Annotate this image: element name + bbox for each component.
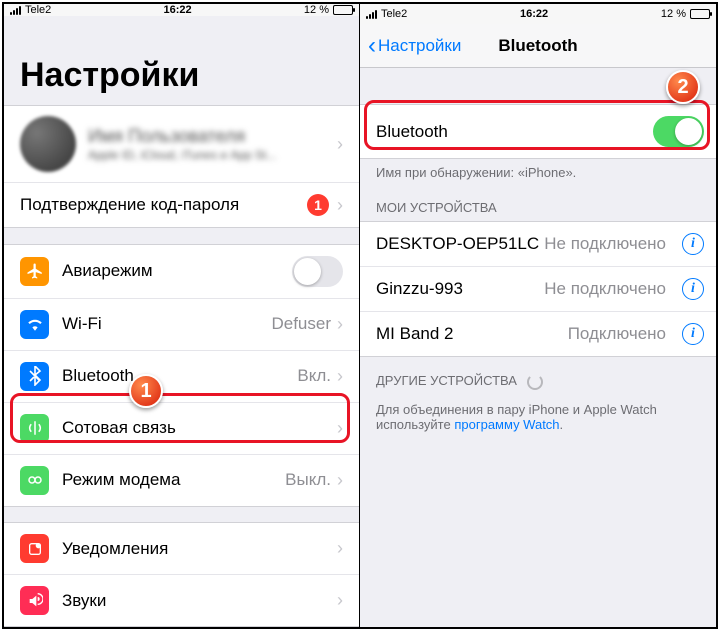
status-bar: Tele2 16:22 12 %: [4, 4, 359, 16]
chevron-right-icon: ›: [337, 134, 343, 155]
device-row[interactable]: DESKTOP-OEP51LC Не подключено i: [360, 222, 716, 266]
status-bar: Tele2 16:22 12 %: [360, 4, 716, 24]
my-devices-header: МОИ УСТРОЙСТВА: [360, 184, 716, 221]
signal-icon: [366, 10, 377, 19]
airplane-row[interactable]: Авиарежим: [4, 245, 359, 298]
discover-name-label: Имя при обнаружении: «iPhone».: [360, 159, 716, 184]
chevron-right-icon: ›: [337, 418, 343, 439]
sounds-row[interactable]: Звуки ›: [4, 574, 359, 626]
device-row[interactable]: MI Band 2 Подключено i: [360, 311, 716, 356]
hotspot-row[interactable]: Режим модема Выкл. ›: [4, 454, 359, 506]
callout-2: 2: [666, 70, 700, 104]
info-icon[interactable]: i: [682, 233, 704, 255]
bluetooth-icon: [20, 362, 49, 391]
status-time: 16:22: [520, 8, 548, 20]
airplane-toggle[interactable]: [292, 256, 343, 287]
confirm-passcode-row[interactable]: Подтверждение код-пароля 1 ›: [4, 183, 359, 227]
back-chevron-icon: ‹: [368, 34, 376, 58]
battery-icon: [690, 9, 710, 19]
carrier-label: Tele2: [381, 8, 407, 20]
phone-bluetooth: Tele2 16:22 12 % ‹ Настройки Bluetooth B…: [360, 4, 716, 627]
pair-watch-text: Для объединения в пару iPhone и Apple Wa…: [360, 396, 716, 436]
notification-badge: 1: [307, 194, 329, 216]
avatar: [20, 116, 76, 172]
battery-label: 12 %: [304, 4, 329, 16]
signal-icon: [10, 6, 21, 15]
info-icon[interactable]: i: [682, 278, 704, 300]
phone-settings-root: Tele2 16:22 12 % Настройки Имя Пользоват…: [4, 4, 360, 627]
page-title: Настройки: [20, 56, 343, 95]
chevron-right-icon: ›: [337, 366, 343, 387]
hotspot-icon: [20, 466, 49, 495]
carrier-label: Tele2: [25, 4, 51, 16]
other-devices-header: ДРУГИЕ УСТРОЙСТВА: [360, 357, 716, 396]
watch-app-link[interactable]: программу Watch: [454, 417, 559, 432]
wifi-row[interactable]: Wi-Fi Defuser ›: [4, 298, 359, 350]
battery-icon: [333, 5, 353, 15]
chevron-right-icon: ›: [337, 314, 343, 335]
notifications-row[interactable]: Уведомления ›: [4, 523, 359, 574]
cellular-icon: [20, 414, 49, 443]
general-section: Уведомления › Звуки ›: [4, 522, 359, 627]
battery-label: 12 %: [661, 8, 686, 20]
chevron-right-icon: ›: [337, 195, 343, 216]
callout-1: 1: [129, 374, 163, 408]
chevron-right-icon: ›: [337, 590, 343, 611]
notifications-icon: [20, 534, 49, 563]
nav-bar: ‹ Настройки Bluetooth: [360, 24, 716, 68]
info-icon[interactable]: i: [682, 323, 704, 345]
back-button[interactable]: ‹ Настройки: [360, 34, 469, 58]
status-time: 16:22: [164, 4, 192, 16]
chevron-right-icon: ›: [337, 470, 343, 491]
cellular-row[interactable]: Сотовая связь ›: [4, 402, 359, 454]
profile-row[interactable]: Имя Пользователя Apple ID, iCloud, iTune…: [4, 106, 359, 183]
wifi-icon: [20, 310, 49, 339]
sounds-icon: [20, 586, 49, 615]
bluetooth-row[interactable]: Bluetooth Вкл. ›: [4, 350, 359, 402]
airplane-icon: [20, 257, 49, 286]
bluetooth-toggle-row[interactable]: Bluetooth: [360, 105, 716, 158]
my-devices-list: DESKTOP-OEP51LC Не подключено i Ginzzu-9…: [360, 221, 716, 357]
bt-toggle-section: Bluetooth: [360, 104, 716, 159]
chevron-right-icon: ›: [337, 538, 343, 559]
spinner-icon: [527, 374, 543, 390]
device-row[interactable]: Ginzzu-993 Не подключено i: [360, 266, 716, 311]
network-section: Авиарежим Wi-Fi Defuser › Bluetooth Вкл.…: [4, 244, 359, 507]
bluetooth-toggle[interactable]: [653, 116, 704, 147]
